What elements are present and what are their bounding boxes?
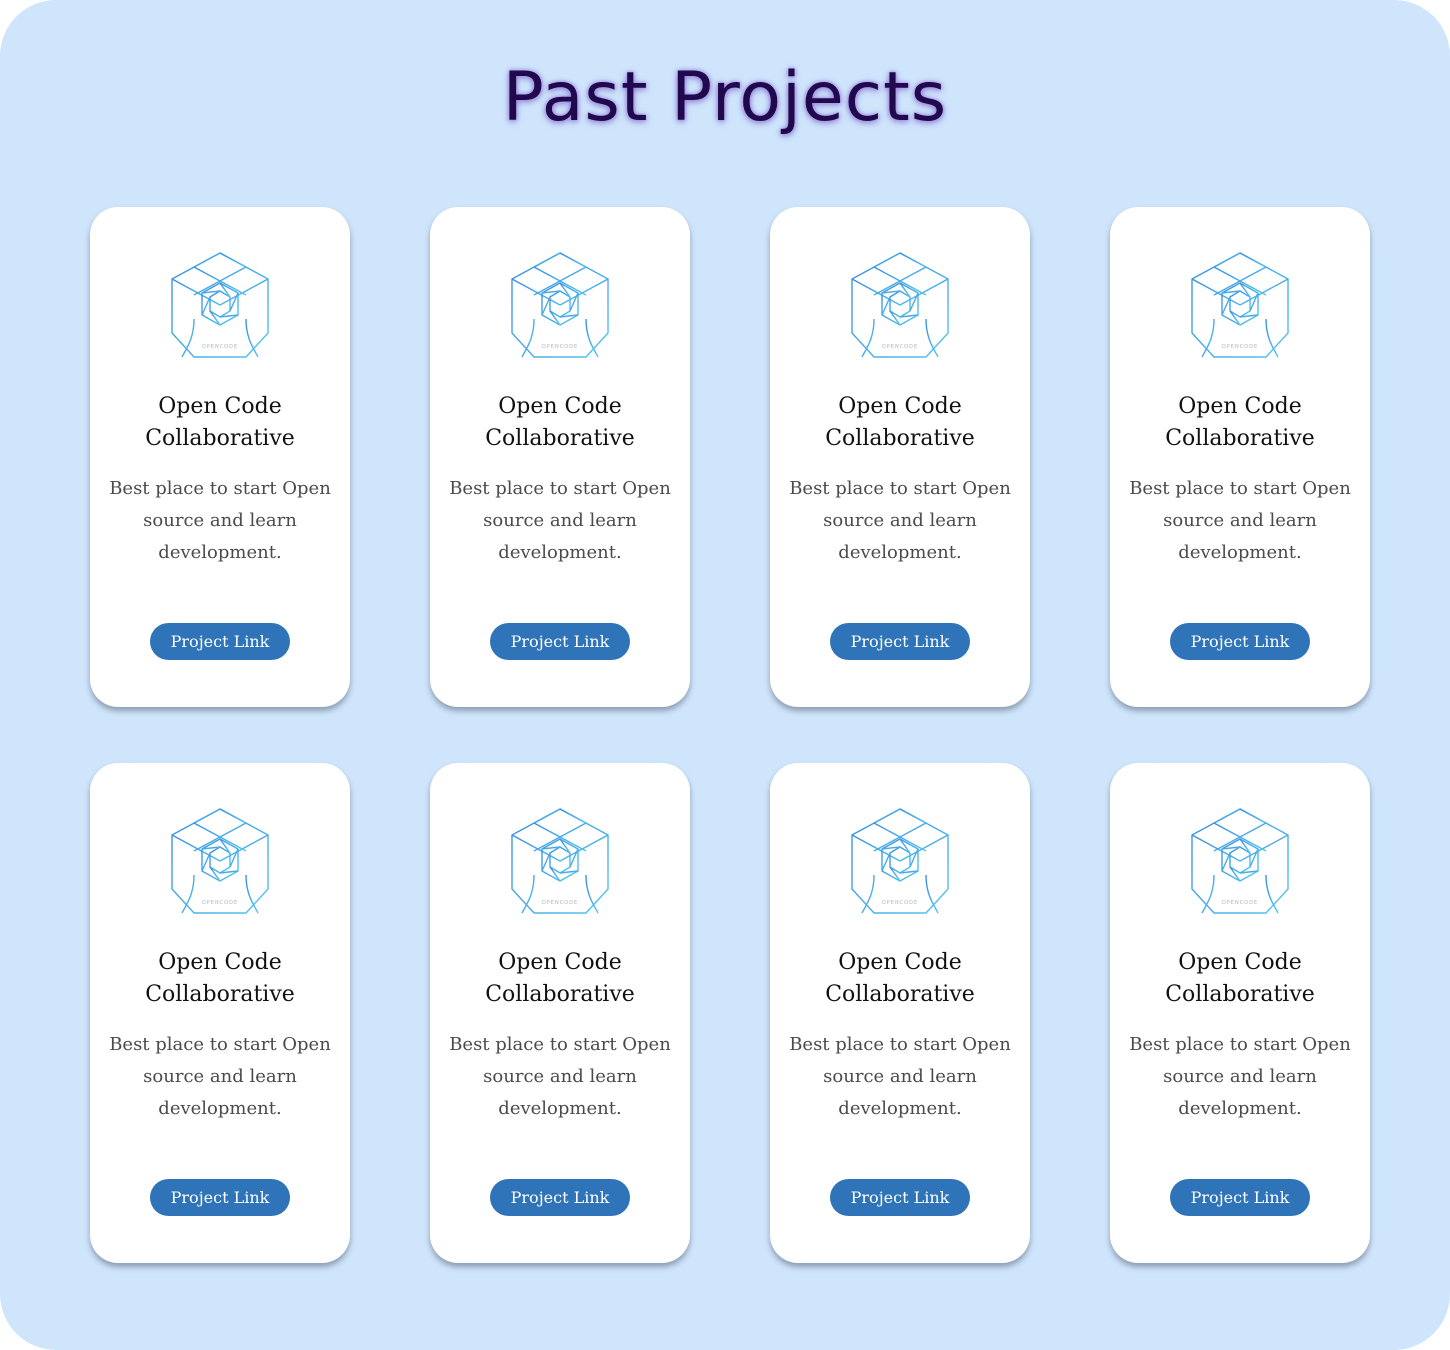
project-title: Open Code Collaborative	[145, 950, 295, 1007]
logo-wordmark: OPENCODE	[202, 900, 238, 906]
opencode-logo-icon: OPENCODE	[171, 808, 269, 914]
project-grid: OPENCODE Open Code Collaborative Best pl…	[90, 207, 1370, 1263]
project-title: Open Code Collaborative	[1165, 950, 1315, 1007]
project-title: Open Code Collaborative	[825, 950, 975, 1007]
project-link-button[interactable]: Project Link	[830, 623, 970, 660]
project-card: OPENCODE Open Code Collaborative Best pl…	[1110, 207, 1370, 707]
logo-wordmark: OPENCODE	[542, 344, 578, 350]
project-card: OPENCODE Open Code Collaborative Best pl…	[90, 763, 350, 1263]
opencode-logo-icon: OPENCODE	[511, 808, 609, 914]
project-link-button[interactable]: Project Link	[490, 623, 630, 660]
opencode-logo-icon: OPENCODE	[511, 252, 609, 358]
project-title: Open Code Collaborative	[485, 394, 635, 451]
project-card: OPENCODE Open Code Collaborative Best pl…	[770, 207, 1030, 707]
opencode-logo-icon: OPENCODE	[1191, 808, 1289, 914]
project-description: Best place to start Open source and lear…	[789, 1034, 1011, 1119]
page-title: Past Projects	[502, 58, 948, 137]
project-card: OPENCODE Open Code Collaborative Best pl…	[430, 763, 690, 1263]
project-card: OPENCODE Open Code Collaborative Best pl…	[1110, 763, 1370, 1263]
logo-wordmark: OPENCODE	[542, 900, 578, 906]
project-card: OPENCODE Open Code Collaborative Best pl…	[770, 763, 1030, 1263]
project-description: Best place to start Open source and lear…	[1129, 478, 1351, 563]
opencode-logo-icon: OPENCODE	[1191, 252, 1289, 358]
project-title: Open Code Collaborative	[825, 394, 975, 451]
project-description: Best place to start Open source and lear…	[449, 1034, 671, 1119]
projects-panel: Past Projects OPENCODE Open Code Collabo…	[0, 0, 1450, 1350]
project-link-button[interactable]: Project Link	[1170, 1179, 1310, 1216]
opencode-logo-icon: OPENCODE	[171, 252, 269, 358]
opencode-logo-icon: OPENCODE	[851, 808, 949, 914]
project-link-button[interactable]: Project Link	[1170, 623, 1310, 660]
project-description: Best place to start Open source and lear…	[789, 478, 1011, 563]
project-link-button[interactable]: Project Link	[490, 1179, 630, 1216]
project-card: OPENCODE Open Code Collaborative Best pl…	[430, 207, 690, 707]
project-description: Best place to start Open source and lear…	[109, 1034, 331, 1119]
project-title: Open Code Collaborative	[1165, 394, 1315, 451]
project-link-button[interactable]: Project Link	[830, 1179, 970, 1216]
logo-wordmark: OPENCODE	[202, 344, 238, 350]
project-description: Best place to start Open source and lear…	[449, 478, 671, 563]
project-link-button[interactable]: Project Link	[150, 1179, 290, 1216]
opencode-logo-icon: OPENCODE	[851, 252, 949, 358]
project-title: Open Code Collaborative	[485, 950, 635, 1007]
project-description: Best place to start Open source and lear…	[1129, 1034, 1351, 1119]
logo-wordmark: OPENCODE	[1222, 900, 1258, 906]
logo-wordmark: OPENCODE	[1222, 344, 1258, 350]
project-link-button[interactable]: Project Link	[150, 623, 290, 660]
logo-wordmark: OPENCODE	[882, 900, 918, 906]
project-card: OPENCODE Open Code Collaborative Best pl…	[90, 207, 350, 707]
logo-wordmark: OPENCODE	[882, 344, 918, 350]
project-title: Open Code Collaborative	[145, 394, 295, 451]
project-description: Best place to start Open source and lear…	[109, 478, 331, 563]
